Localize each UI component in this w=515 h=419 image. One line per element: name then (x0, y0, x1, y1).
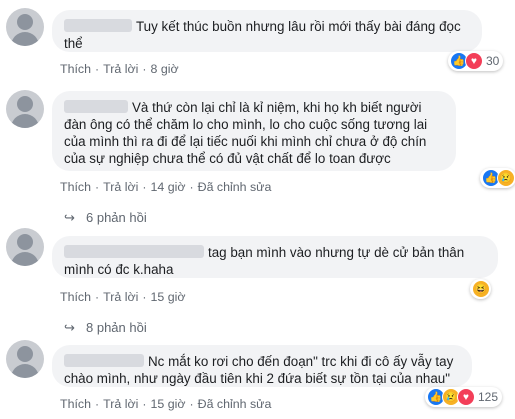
timestamp[interactable]: 14 giờ (150, 180, 185, 194)
like-link[interactable]: Thích (60, 62, 91, 76)
comment-text: tag bạn mình vào nhưng tự dè cử bản thân… (64, 245, 465, 277)
comment-text: Nc mắt ko rơi cho đến đoạn" trc khi đi c… (64, 354, 454, 386)
reply-link[interactable]: Trả lời (103, 290, 138, 304)
reaction-count: 30 (486, 54, 500, 68)
redacted-author-name[interactable] (64, 19, 132, 32)
haha-icon: 😆 (472, 280, 490, 298)
reply-arrow-icon: ↪ (64, 210, 75, 225)
avatar[interactable] (6, 90, 44, 128)
comment-text: Và thứ còn lại chỉ là kỉ niệm, khi họ kh… (64, 100, 428, 166)
reaction-summary[interactable]: 👍 ♥ 30 (448, 51, 504, 71)
comment-actions: Thích · Trả lời · 15 giờ · Đã chỉnh sửa (60, 397, 272, 411)
redacted-author-name[interactable] (64, 354, 144, 367)
avatar[interactable] (6, 8, 44, 46)
avatar[interactable] (6, 228, 44, 266)
reaction-summary[interactable]: 👍 😢 (480, 168, 515, 188)
timestamp[interactable]: 8 giờ (150, 62, 178, 76)
reply-link[interactable]: Trả lời (103, 397, 138, 411)
reply-link[interactable]: Trả lời (103, 62, 138, 76)
comment-bubble: Nc mắt ko rơi cho đến đoạn" trc khi đi c… (52, 345, 472, 387)
reaction-summary[interactable]: 😆 (470, 279, 491, 299)
reaction-count: 125 (478, 390, 499, 404)
avatar[interactable] (6, 340, 44, 378)
like-link[interactable]: Thích (60, 290, 91, 304)
timestamp[interactable]: 15 giờ (150, 290, 185, 304)
comment-bubble: Tuy kết thúc buồn nhưng lâu rồi mới thấy… (52, 10, 482, 52)
comment-bubble: Và thứ còn lại chỉ là kỉ niệm, khi họ kh… (52, 91, 456, 171)
edited-label[interactable]: Đã chỉnh sửa (198, 180, 272, 194)
reply-arrow-icon: ↪ (64, 320, 75, 335)
heart-icon: ♥ (457, 388, 475, 406)
comment-actions: Thích · Trả lời · 15 giờ (60, 290, 186, 304)
reaction-summary[interactable]: 👍 😢 ♥ 125 (425, 387, 503, 407)
comment-bubble: tag bạn mình vào nhưng tự dè cử bản thân… (52, 236, 498, 278)
heart-icon: ♥ (465, 52, 483, 70)
view-replies-link[interactable]: ↪ 8 phản hồi (64, 320, 147, 336)
timestamp[interactable]: 15 giờ (150, 397, 185, 411)
like-link[interactable]: Thích (60, 397, 91, 411)
comment-text: Tuy kết thúc buồn nhưng lâu rồi mới thấy… (64, 19, 461, 51)
redacted-author-name[interactable] (64, 245, 204, 258)
like-link[interactable]: Thích (60, 180, 91, 194)
view-replies-link[interactable]: ↪ 6 phản hồi (64, 210, 147, 226)
edited-label[interactable]: Đã chỉnh sửa (198, 397, 272, 411)
comment-actions: Thích · Trả lời · 14 giờ · Đã chỉnh sửa (60, 180, 272, 194)
reply-link[interactable]: Trả lời (103, 180, 138, 194)
sad-icon: 😢 (497, 169, 515, 187)
comment-actions: Thích · Trả lời · 8 giờ (60, 62, 179, 76)
redacted-author-name[interactable] (64, 100, 128, 113)
